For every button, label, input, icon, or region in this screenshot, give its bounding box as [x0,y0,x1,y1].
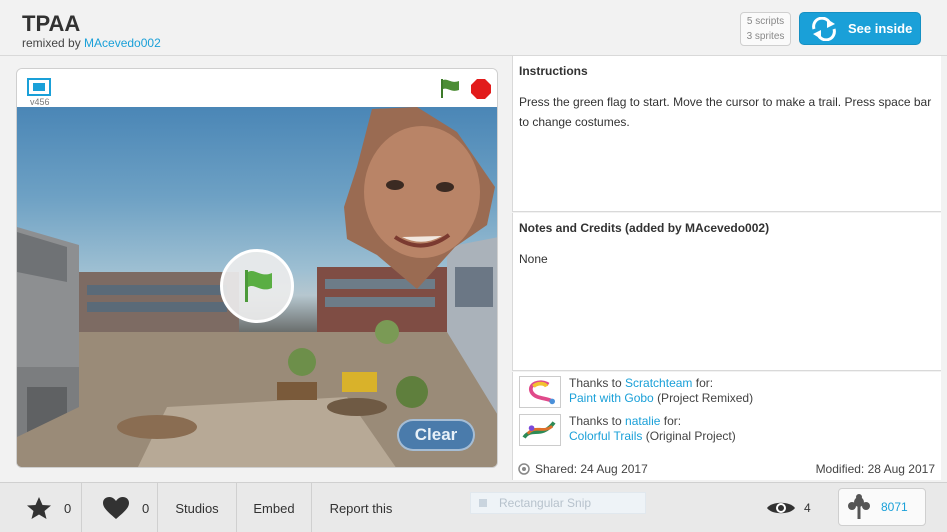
loves-count: 0 [142,500,150,516]
star-icon [27,497,51,519]
player-version: v456 [30,97,50,107]
action-footer: 0 0 Studios Embed Report this Rectangula… [0,482,947,532]
favorites-count: 0 [64,500,72,516]
player-controls-bar: v456 [17,69,497,107]
shared-date-text: Shared: 24 Aug 2017 [535,462,648,476]
credit-text: Thanks to Scratchteam for: Paint with Go… [569,376,753,406]
remixed-by-label: remixed by [22,36,81,50]
project-title: TPAA [22,11,81,36]
project-player: v456 Clear [16,68,498,468]
instructions-title: Instructions [519,64,588,78]
project-stats-box: 5 scripts 3 sprites [740,12,791,46]
rectangular-snip-overlay: Rectangular Snip [470,492,646,514]
notes-text: None [519,252,548,266]
credit-user-link[interactable]: natalie [625,414,660,428]
views-count: 4 [766,483,811,532]
project-dates: Shared: 24 Aug 2017 Modified: 28 Aug 201… [512,456,941,480]
remix-tree-button[interactable]: 8071 [838,488,926,526]
credit-suffix: for: [663,414,682,428]
stop-sign-icon[interactable] [470,78,492,100]
modified-date: Modified: 28 Aug 2017 [815,462,935,476]
favorite-button[interactable]: 0 [0,483,82,532]
scripts-count: 5 scripts [746,16,785,27]
credit-item: Thanks to natalie for: Colorful Trails (… [519,414,939,448]
instructions-text: Press the green flag to start. Move the … [519,95,932,129]
see-inside-label: See inside [848,21,913,36]
views-number: 4 [804,501,811,515]
credit-item: Thanks to Scratchteam for: Paint with Go… [519,376,939,410]
project-thumbnail[interactable] [519,414,561,446]
love-button[interactable]: 0 [82,483,158,532]
credit-prefix: Thanks to [569,414,622,428]
remixes-count: 8071 [881,500,908,514]
green-flag-icon[interactable] [438,77,462,99]
credit-suffix: for: [695,376,714,390]
credit-project-link[interactable]: Paint with Gobo [569,391,654,405]
credit-project-link[interactable]: Colorful Trails [569,429,642,443]
start-green-flag-button[interactable] [220,249,294,323]
fullscreen-icon[interactable] [27,78,51,96]
remixer-link[interactable]: MAcevedo002 [84,36,161,50]
see-inside-icon [812,16,836,41]
snip-label: Rectangular Snip [499,496,592,510]
credit-note: (Project Remixed) [657,391,754,405]
remix-tree-icon [848,494,870,519]
heart-icon [103,497,129,519]
shared-date: Shared: 24 Aug 2017 [518,462,648,476]
snip-icon [479,499,487,507]
notes-panel: Notes and Credits (added by MAcevedo002)… [512,213,941,371]
credit-user-link[interactable]: Scratchteam [625,376,692,390]
sprites-count: 3 sprites [746,31,785,42]
eye-icon [767,502,795,514]
project-thumbnail[interactable] [519,376,561,408]
embed-button[interactable]: Embed [237,483,312,532]
clear-button[interactable]: Clear [397,419,475,451]
studios-button[interactable]: Studios [158,483,237,532]
credit-text: Thanks to natalie for: Colorful Trails (… [569,414,736,444]
project-header: TPAA remixed by MAcevedo002 5 scripts 3 … [0,0,947,56]
shared-icon [518,463,530,475]
notes-title: Notes and Credits (added by MAcevedo002) [519,221,770,235]
remix-attribution: remixed by MAcevedo002 [22,36,161,50]
report-button[interactable]: Report this [312,483,410,532]
see-inside-button[interactable]: See inside [799,12,921,45]
credit-note: (Original Project) [645,429,736,443]
project-stage[interactable]: Clear [17,107,497,467]
instructions-panel: Instructions Press the green flag to sta… [512,56,941,212]
credit-prefix: Thanks to [569,376,622,390]
green-flag-icon [245,270,272,302]
